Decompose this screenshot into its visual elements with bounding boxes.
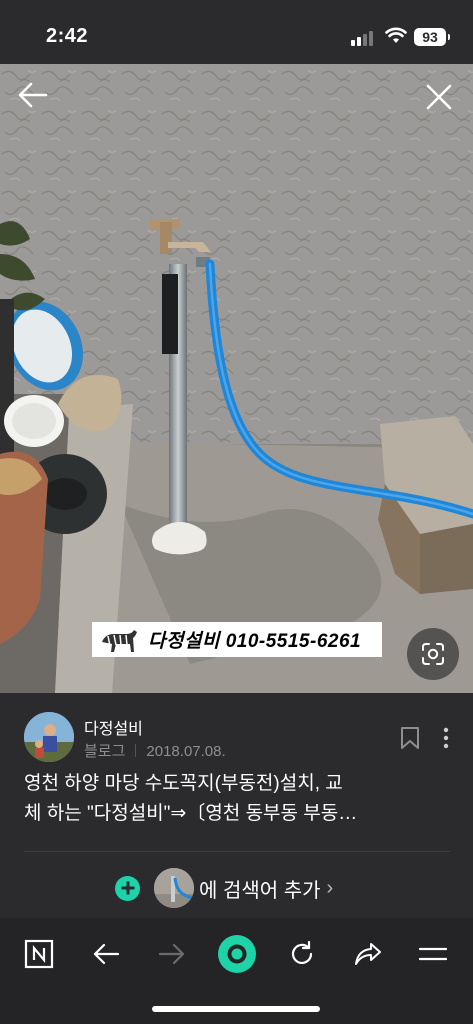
add-search-term-button[interactable]: 에 검색어 추가 ›: [115, 868, 333, 908]
signal-icon: [351, 30, 377, 46]
nav-back-icon: [93, 943, 120, 965]
share-icon: [355, 943, 381, 965]
home-indicator[interactable]: [152, 1006, 320, 1012]
more-icon[interactable]: [440, 726, 452, 750]
menu-button[interactable]: [411, 932, 455, 976]
bookmark-icon[interactable]: [400, 726, 420, 750]
wifi-icon: [385, 27, 407, 43]
post-title-line-2: 체 하는 "다정설비"⇒〔영천 동부동 부동…: [24, 803, 358, 824]
post-meta: 블로그 2018.07.08.: [84, 740, 226, 761]
lens-icon: [422, 643, 444, 665]
naver-n-icon: [24, 939, 54, 969]
nav-back-button[interactable]: [84, 932, 128, 976]
naver-home-button[interactable]: [17, 932, 61, 976]
zebra-logo-icon: [102, 629, 137, 652]
battery-indicator: 93: [414, 28, 450, 46]
chevron-right-icon: ›: [326, 876, 334, 899]
green-dot-icon: [218, 935, 256, 973]
avatar-image: [24, 712, 74, 762]
nav-forward-icon: [158, 943, 185, 965]
search-thumbnail: [154, 868, 194, 908]
status-time: 2:42: [46, 25, 89, 47]
faucet-photo: [0, 64, 473, 693]
close-icon[interactable]: [424, 82, 454, 112]
refresh-icon: [291, 940, 313, 964]
watermark-text: 다정설비 010-5515-6261: [148, 631, 362, 652]
menu-icon: [419, 947, 447, 961]
refresh-button[interactable]: [280, 932, 324, 976]
post-title-line-1: 영천 하양 마당 수도꼭지(부동전)설치, 교: [24, 773, 343, 794]
post-image: 다정설비 010-5515-6261: [0, 64, 473, 693]
plus-icon: [115, 875, 140, 901]
blog-avatar[interactable]: [24, 712, 74, 762]
nav-forward-button[interactable]: [150, 932, 194, 976]
post-info-panel: 다정설비 블로그 2018.07.08. 영천 하양 마당 수도꼭지(부동전)설치…: [0, 693, 473, 918]
status-bar: 2:42 93: [0, 0, 473, 64]
source-label: 블로그: [84, 743, 126, 760]
blog-name[interactable]: 다정설비: [84, 715, 143, 739]
green-dot-button[interactable]: [215, 932, 259, 976]
post-date: 2018.07.08.: [146, 743, 226, 760]
lens-search-button[interactable]: [407, 628, 459, 680]
back-arrow-icon[interactable]: [16, 78, 50, 112]
share-button[interactable]: [346, 932, 390, 976]
post-title[interactable]: 영천 하양 마당 수도꼭지(부동전)설치, 교 체 하는 "다정설비"⇒〔영천 …: [24, 769, 454, 831]
divider: [24, 851, 450, 852]
add-search-term-label: 에 검색어 추가: [199, 879, 321, 902]
phone-watermark: 다정설비 010-5515-6261: [92, 622, 382, 657]
